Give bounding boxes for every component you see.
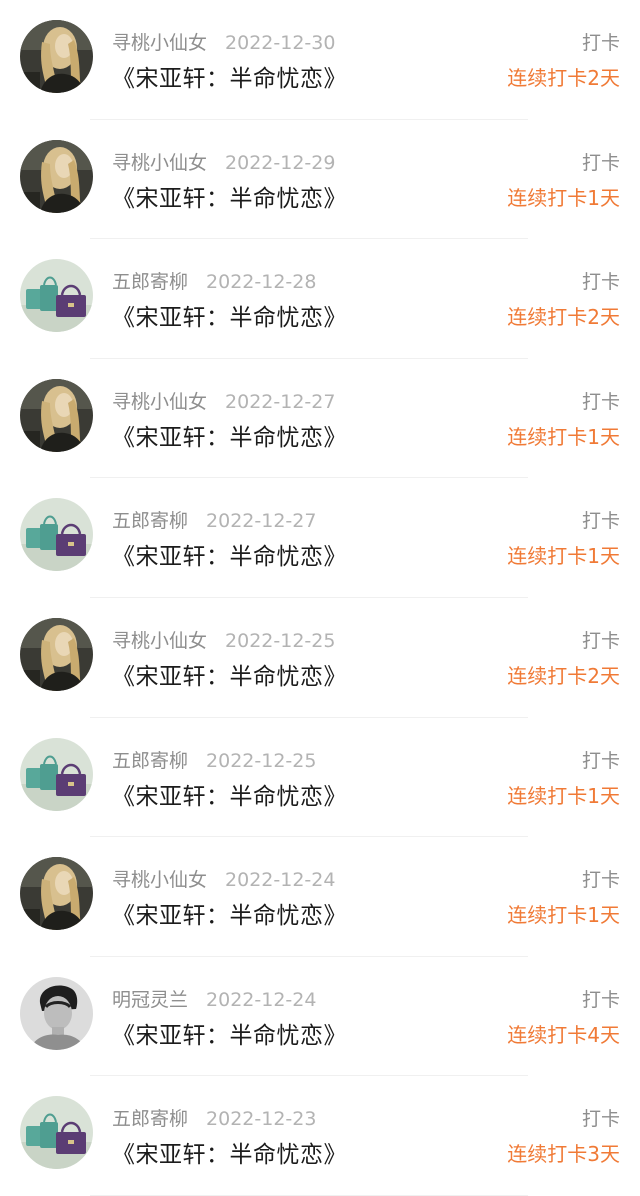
checkin-label: 打卡 xyxy=(581,271,620,294)
avatar[interactable] xyxy=(20,617,93,691)
username[interactable]: 五郎寄柳 xyxy=(112,271,188,293)
avatar[interactable] xyxy=(20,498,93,572)
streak-badge: 连续打卡1天 xyxy=(507,783,620,808)
username[interactable]: 寻桃小仙女 xyxy=(112,152,207,174)
checkin-date: 2022-12-25 xyxy=(225,629,336,652)
blonde-woman-avatar-icon xyxy=(20,857,93,931)
username[interactable]: 寻桃小仙女 xyxy=(112,869,207,891)
checkin-label: 打卡 xyxy=(581,510,620,533)
streak-badge: 连续打卡4天 xyxy=(507,1022,620,1047)
streak-badge: 连续打卡2天 xyxy=(507,663,620,688)
user-meta: 五郎寄柳 2022-12-27 xyxy=(112,506,316,533)
streak-badge: 连续打卡1天 xyxy=(507,544,620,569)
user-meta: 五郎寄柳 2022-12-28 xyxy=(112,267,316,294)
username[interactable]: 五郎寄柳 xyxy=(112,510,188,532)
feed-item[interactable]: 五郎寄柳 2022-12-23 《宋亚轩：半命忧恋》 打卡连续打卡3天 xyxy=(0,1076,640,1196)
checkin-label: 打卡 xyxy=(581,390,620,413)
feed-item[interactable]: 寻桃小仙女 2022-12-30 《宋亚轩：半命忧恋》 打卡连续打卡2天 xyxy=(0,0,640,120)
book-title[interactable]: 《宋亚轩：半命忧恋》 xyxy=(112,418,347,452)
user-meta: 明冠灵兰 2022-12-24 xyxy=(112,985,316,1012)
bags-avatar-icon xyxy=(20,1096,93,1170)
checkin-date: 2022-12-27 xyxy=(206,510,317,533)
user-meta: 寻桃小仙女 2022-12-27 xyxy=(112,387,335,414)
streak-badge: 连续打卡1天 xyxy=(507,185,620,210)
avatar[interactable] xyxy=(20,378,93,452)
book-title[interactable]: 《宋亚轩：半命忧恋》 xyxy=(112,896,347,930)
username[interactable]: 五郎寄柳 xyxy=(112,1108,188,1130)
user-meta: 寻桃小仙女 2022-12-24 xyxy=(112,865,335,892)
checkin-date: 2022-12-25 xyxy=(206,749,317,772)
book-title[interactable]: 《宋亚轩：半命忧恋》 xyxy=(112,179,347,213)
username[interactable]: 明冠灵兰 xyxy=(112,989,188,1011)
user-meta: 五郎寄柳 2022-12-25 xyxy=(112,746,316,773)
feed-item[interactable]: 寻桃小仙女 2022-12-24 《宋亚轩：半命忧恋》 打卡连续打卡1天 xyxy=(0,837,640,957)
checkin-label: 打卡 xyxy=(581,988,620,1011)
checkin-label: 打卡 xyxy=(581,629,620,652)
blonde-woman-avatar-icon xyxy=(20,20,93,93)
feed-item[interactable]: 寻桃小仙女 2022-12-27 《宋亚轩：半命忧恋》 打卡连续打卡1天 xyxy=(0,359,640,479)
checkin-label: 打卡 xyxy=(581,1108,620,1131)
user-meta: 五郎寄柳 2022-12-23 xyxy=(112,1104,316,1131)
man-portrait-avatar-icon xyxy=(20,976,93,1050)
username[interactable]: 寻桃小仙女 xyxy=(112,32,207,54)
username[interactable]: 五郎寄柳 xyxy=(112,750,188,772)
book-title[interactable]: 《宋亚轩：半命忧恋》 xyxy=(112,657,347,691)
avatar[interactable] xyxy=(20,1096,93,1170)
avatar[interactable] xyxy=(20,139,93,213)
checkin-label: 打卡 xyxy=(581,869,620,892)
feed-item[interactable]: 五郎寄柳 2022-12-25 《宋亚轩：半命忧恋》 打卡连续打卡1天 xyxy=(0,718,640,838)
streak-badge: 连续打卡2天 xyxy=(507,305,620,330)
avatar[interactable] xyxy=(20,737,93,811)
username[interactable]: 寻桃小仙女 xyxy=(112,391,207,413)
checkin-date: 2022-12-24 xyxy=(206,988,317,1011)
book-title[interactable]: 《宋亚轩：半命忧恋》 xyxy=(112,1135,347,1169)
streak-badge: 连续打卡3天 xyxy=(507,1142,620,1167)
feed-item[interactable]: 五郎寄柳 2022-12-28 《宋亚轩：半命忧恋》 打卡连续打卡2天 xyxy=(0,239,640,359)
avatar[interactable] xyxy=(20,976,93,1050)
feed-item[interactable]: 明冠灵兰 2022-12-24 《宋亚轩：半命忧恋》 打卡连续打卡4天 xyxy=(0,957,640,1077)
feed-item[interactable]: 寻桃小仙女 2022-12-25 《宋亚轩：半命忧恋》 打卡连续打卡2天 xyxy=(0,598,640,718)
user-meta: 寻桃小仙女 2022-12-25 xyxy=(112,626,335,653)
checkin-label: 打卡 xyxy=(581,32,620,54)
streak-badge: 连续打卡1天 xyxy=(507,903,620,928)
book-title[interactable]: 《宋亚轩：半命忧恋》 xyxy=(112,537,347,571)
book-title[interactable]: 《宋亚轩：半命忧恋》 xyxy=(112,298,347,332)
checkin-date: 2022-12-27 xyxy=(225,390,336,413)
bags-avatar-icon xyxy=(20,259,93,333)
checkin-date: 2022-12-23 xyxy=(206,1108,317,1131)
avatar[interactable] xyxy=(20,259,93,333)
checkin-date: 2022-12-24 xyxy=(225,869,336,892)
user-meta: 寻桃小仙女 2022-12-29 xyxy=(112,148,335,175)
book-title[interactable]: 《宋亚轩：半命忧恋》 xyxy=(112,777,347,811)
checkin-label: 打卡 xyxy=(581,151,620,174)
checkin-date: 2022-12-30 xyxy=(225,32,336,54)
username[interactable]: 寻桃小仙女 xyxy=(112,630,207,652)
avatar[interactable] xyxy=(20,20,93,93)
bags-avatar-icon xyxy=(20,737,93,811)
feed-item[interactable]: 五郎寄柳 2022-12-27 《宋亚轩：半命忧恋》 打卡连续打卡1天 xyxy=(0,478,640,598)
book-title[interactable]: 《宋亚轩：半命忧恋》 xyxy=(112,1016,347,1050)
checkin-date: 2022-12-29 xyxy=(225,151,336,174)
blonde-woman-avatar-icon xyxy=(20,378,93,452)
streak-badge: 连续打卡2天 xyxy=(507,66,620,90)
user-meta: 寻桃小仙女 2022-12-30 xyxy=(112,28,335,55)
bags-avatar-icon xyxy=(20,498,93,572)
checkin-label: 打卡 xyxy=(581,749,620,772)
feed-item[interactable]: 寻桃小仙女 2022-12-29 《宋亚轩：半命忧恋》 打卡连续打卡1天 xyxy=(0,120,640,240)
streak-badge: 连续打卡1天 xyxy=(507,424,620,449)
book-title[interactable]: 《宋亚轩：半命忧恋》 xyxy=(112,59,347,93)
checkin-feed: 寻桃小仙女 2022-12-30 《宋亚轩：半命忧恋》 打卡 连续打卡2天 寻桃小仙女 2… xyxy=(0,0,640,1196)
blonde-woman-avatar-icon xyxy=(20,617,93,691)
blonde-woman-avatar-icon xyxy=(20,139,93,213)
avatar[interactable] xyxy=(20,857,93,931)
checkin-date: 2022-12-28 xyxy=(206,271,317,294)
